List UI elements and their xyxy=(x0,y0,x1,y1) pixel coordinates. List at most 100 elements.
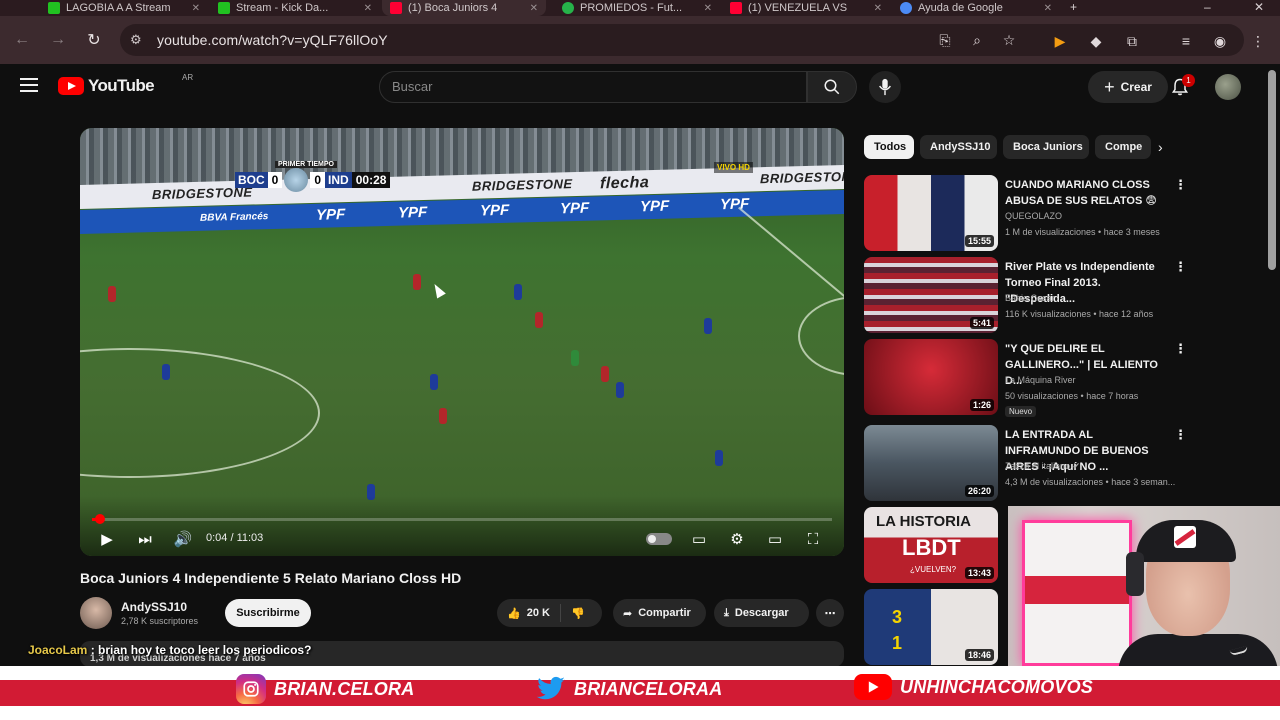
bookmark-star-icon[interactable]: ☆ xyxy=(999,30,1019,50)
related-video-channel[interactable]: QUEGOLAZO xyxy=(1005,211,1062,221)
browser-menu-icon[interactable]: ⋮ xyxy=(1248,31,1268,51)
more-vert-icon[interactable]: ⋮ xyxy=(1174,341,1187,357)
forward-icon[interactable]: → xyxy=(44,26,72,54)
close-tab-icon[interactable]: ✕ xyxy=(704,3,712,14)
autoplay-toggle[interactable] xyxy=(646,533,672,545)
dislike-button[interactable]: 👎 xyxy=(561,607,595,620)
river-plate-flag xyxy=(1022,520,1132,666)
chip-all[interactable]: Todos xyxy=(864,135,914,159)
like-button[interactable]: 👍 20 K xyxy=(497,607,560,620)
youtube-logo[interactable]: YouTube AR xyxy=(58,73,193,96)
related-video-channel[interactable]: Zazza el italiano ✔ xyxy=(1005,461,1080,472)
url-text[interactable]: youtube.com/watch?v=yQLF76llOoY xyxy=(157,32,388,48)
search-input[interactable]: Buscar xyxy=(379,71,807,103)
related-video-channel[interactable]: Bahia Cesar xyxy=(1005,293,1055,303)
reload-icon[interactable]: ↻ xyxy=(80,26,108,54)
extension-play-icon[interactable]: ▶ xyxy=(1050,31,1070,51)
browser-tab-strip: LAGOBIA A A Stream ✕ Stream - Kick Da...… xyxy=(0,0,1280,16)
subscribe-button[interactable]: Suscribirme xyxy=(225,599,311,627)
ad-text: YPF xyxy=(640,197,670,216)
video-duration: 5:41 xyxy=(969,317,994,329)
youtube-favicon-icon xyxy=(730,2,742,14)
play-icon[interactable]: ▶ xyxy=(96,528,118,550)
chip-boca-juniors[interactable]: Boca Juniors xyxy=(1003,135,1089,159)
related-video-title[interactable]: CUANDO MARIANO CLOSS ABUSA DE SUS RELATO… xyxy=(1005,177,1169,209)
fullscreen-icon[interactable]: ⛶ xyxy=(802,528,824,550)
subscriber-count: 2,78 K suscriptores xyxy=(121,616,199,626)
site-settings-icon[interactable]: ⚙ xyxy=(130,32,146,48)
close-tab-icon[interactable]: ✕ xyxy=(874,3,882,14)
video-player[interactable]: BRIDGESTONE BRIDGESTONE flecha BRIDGESTO… xyxy=(80,128,844,556)
address-bar[interactable]: ⚙ youtube.com/watch?v=yQLF76llOoY ⎘ ⌕ ☆ xyxy=(120,24,1244,56)
video-duration: 26:20 xyxy=(964,485,994,497)
close-tab-icon[interactable]: ✕ xyxy=(364,3,372,14)
more-vert-icon[interactable]: ⋮ xyxy=(1174,259,1187,275)
extensions-puzzle-icon[interactable]: ⧉ xyxy=(1122,31,1142,51)
subtitles-icon[interactable]: ▭ xyxy=(688,528,710,550)
extension-icon[interactable]: ◆ xyxy=(1086,31,1106,51)
channel-name[interactable]: AndySSJ10 xyxy=(121,600,187,614)
tab-label: PROMIEDOS - Fut... xyxy=(580,2,683,14)
related-video[interactable]: 15:55 CUANDO MARIANO CLOSS ABUSA DE SUS … xyxy=(864,175,1187,251)
video-thumbnail[interactable]: 26:20 xyxy=(864,425,998,501)
install-app-icon[interactable]: ⎘ xyxy=(935,30,955,50)
related-video[interactable]: 5:41 River Plate vs Independiente Torneo… xyxy=(864,257,1187,333)
account-avatar[interactable] xyxy=(1215,74,1241,100)
away-team: IND xyxy=(325,172,352,188)
new-tab-icon[interactable]: + xyxy=(1070,0,1077,14)
related-video-channel[interactable]: La Máquina River xyxy=(1005,375,1076,385)
period-label: PRIMER TIEMPO xyxy=(275,161,338,168)
player-figure xyxy=(535,312,543,328)
video-thumbnail[interactable]: 5:41 xyxy=(864,257,998,333)
more-vert-icon[interactable]: ⋮ xyxy=(1174,177,1187,193)
video-thumbnail[interactable]: LA HISTORIA LBDT ¿VUELVEN? 13:43 xyxy=(864,507,998,583)
menu-icon[interactable] xyxy=(20,78,38,92)
more-vert-icon[interactable]: ⋮ xyxy=(1174,427,1187,443)
ad-text: BRIDGESTONE xyxy=(760,168,844,187)
zoom-icon[interactable]: ⌕ xyxy=(967,30,987,50)
related-video-meta: 116 K visualizaciones • hace 12 años xyxy=(1005,309,1154,319)
browser-tab[interactable]: PROMIEDOS - Fut... ✕ xyxy=(554,0,720,16)
related-video[interactable]: 26:20 LA ENTRADA AL INFRAMUNDO DE BUENOS… xyxy=(864,425,1187,501)
media-controls-icon[interactable]: ≡ xyxy=(1176,31,1196,51)
browser-tab[interactable]: (1) VENEZUELA VS ✕ xyxy=(722,0,890,16)
back-icon[interactable]: ← xyxy=(8,26,36,54)
video-thumbnail[interactable]: 15:55 xyxy=(864,175,998,251)
video-thumbnail[interactable]: 1:26 xyxy=(864,339,998,415)
related-video[interactable]: 1:26 "Y QUE DELIRE EL GALLINERO..." | EL… xyxy=(864,339,1187,417)
close-window-icon[interactable]: ✕ xyxy=(1254,0,1264,14)
next-video-icon[interactable]: ⏭ xyxy=(134,528,156,550)
channel-avatar[interactable] xyxy=(80,597,112,629)
share-label: Compartir xyxy=(638,607,691,619)
profile-icon[interactable]: ◉ xyxy=(1210,31,1230,51)
browser-tab[interactable]: Ayuda de Google ✕ xyxy=(892,0,1060,16)
notifications-button[interactable]: 1 xyxy=(1170,74,1195,99)
search-button[interactable] xyxy=(807,71,857,103)
volume-icon[interactable]: 🔊 xyxy=(172,528,194,550)
player-figure xyxy=(430,374,438,390)
video-thumbnail[interactable]: 3 1 18:46 xyxy=(864,589,998,665)
settings-gear-icon[interactable]: ⚙ xyxy=(726,528,748,550)
close-tab-icon[interactable]: ✕ xyxy=(192,3,200,14)
voice-search-button[interactable] xyxy=(869,71,901,103)
chip-channel[interactable]: AndySSJ10 xyxy=(920,135,997,159)
theater-mode-icon[interactable]: ▭ xyxy=(764,528,786,550)
browser-tab[interactable]: Stream - Kick Da... ✕ xyxy=(210,0,380,16)
download-button[interactable]: ⤓ Descargar xyxy=(714,599,809,627)
minimize-icon[interactable]: – xyxy=(1204,0,1211,14)
browser-tab[interactable]: LAGOBIA A A Stream ✕ xyxy=(40,0,208,16)
more-actions-button[interactable]: ⋯ xyxy=(816,599,844,627)
browser-tab-active[interactable]: (1) Boca Juniors 4 ✕ xyxy=(382,0,546,16)
ad-text: flecha xyxy=(600,174,650,193)
chip-competitions[interactable]: Compe xyxy=(1095,135,1151,159)
create-button[interactable]: + Crear xyxy=(1088,71,1168,103)
youtube-play-logo-icon xyxy=(58,77,84,95)
close-tab-icon[interactable]: ✕ xyxy=(530,3,538,14)
share-button[interactable]: ➦ Compartir xyxy=(613,599,706,627)
progress-bar[interactable] xyxy=(92,514,832,524)
twitter-bird-icon xyxy=(536,674,566,704)
chevron-right-icon[interactable]: › xyxy=(1158,139,1163,155)
close-tab-icon[interactable]: ✕ xyxy=(1044,3,1052,14)
page-scrollbar[interactable] xyxy=(1268,70,1276,270)
thumbnail-text: LBDT xyxy=(902,535,961,560)
